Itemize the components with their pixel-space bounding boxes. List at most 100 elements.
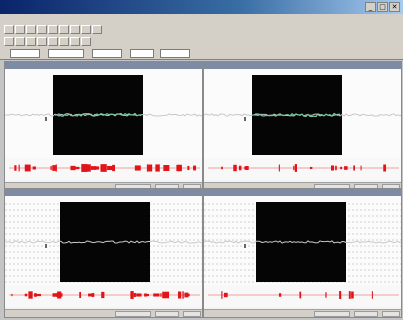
event-marker xyxy=(146,164,149,172)
event-marker xyxy=(278,293,282,297)
event-marker xyxy=(344,166,348,170)
event-marker xyxy=(335,165,337,171)
event-markers xyxy=(9,291,200,299)
tool-button[interactable] xyxy=(70,25,80,34)
event-marker xyxy=(299,291,302,299)
parameter-field[interactable] xyxy=(48,49,84,58)
event-strip xyxy=(204,158,401,180)
event-marker xyxy=(86,164,91,172)
event-marker xyxy=(24,164,31,172)
panel-status-bar xyxy=(204,309,401,317)
waveform-canvas[interactable] xyxy=(5,196,202,290)
waveform-canvas[interactable] xyxy=(204,196,401,290)
tool-button[interactable] xyxy=(26,37,36,46)
event-marker xyxy=(348,291,351,299)
event-marker xyxy=(293,165,295,171)
event-marker xyxy=(52,165,56,171)
tool-button[interactable] xyxy=(70,37,80,46)
scope-panel-bottom-right[interactable] xyxy=(203,188,402,318)
event-marker xyxy=(223,292,228,298)
tool-button[interactable] xyxy=(59,37,69,46)
parameter-field[interactable] xyxy=(92,49,122,58)
event-marker xyxy=(278,164,280,172)
event-marker xyxy=(233,164,237,172)
status-field xyxy=(183,311,201,317)
scope-panel-top-right[interactable] xyxy=(203,61,402,191)
event-marker xyxy=(155,164,160,172)
tool-button[interactable] xyxy=(92,25,102,34)
scope-panel-bottom-left[interactable] xyxy=(4,188,203,318)
tool-button[interactable] xyxy=(4,25,14,34)
event-marker xyxy=(130,291,134,299)
status-field xyxy=(155,311,179,317)
event-marker xyxy=(193,165,197,171)
event-strip xyxy=(5,158,202,180)
close-button[interactable]: ✕ xyxy=(389,2,400,12)
panel-header xyxy=(5,62,202,69)
tool-button[interactable] xyxy=(15,25,25,34)
tool-button[interactable] xyxy=(37,37,47,46)
event-marker xyxy=(55,164,57,172)
event-marker xyxy=(107,165,114,171)
tool-button[interactable] xyxy=(15,37,25,46)
tool-button[interactable] xyxy=(59,25,69,34)
tool-button[interactable] xyxy=(81,37,91,46)
parameter-field[interactable] xyxy=(10,49,40,58)
minimize-button[interactable]: _ xyxy=(365,2,376,12)
status-field xyxy=(115,311,151,317)
tool-button[interactable] xyxy=(37,25,47,34)
waveform-trace xyxy=(204,112,401,118)
event-marker xyxy=(79,291,82,299)
event-marker xyxy=(353,165,355,171)
event-marker xyxy=(146,293,150,297)
panel-header xyxy=(204,62,401,69)
waveform-trace xyxy=(5,112,202,117)
status-field xyxy=(382,311,400,317)
event-marker xyxy=(162,291,170,299)
event-marker xyxy=(11,293,13,297)
event-marker xyxy=(28,291,33,299)
toolbar-row-2 xyxy=(0,36,403,48)
tool-button[interactable] xyxy=(48,37,58,46)
event-marker xyxy=(325,292,327,298)
parameter-field[interactable] xyxy=(130,49,154,58)
status-field xyxy=(354,311,378,317)
baseline-trace xyxy=(204,240,401,244)
panel-status-bar xyxy=(5,309,202,317)
event-marker xyxy=(59,291,62,299)
parameter-field[interactable] xyxy=(160,49,190,58)
event-marker xyxy=(160,293,162,297)
event-marker xyxy=(34,293,37,297)
status-field xyxy=(314,311,350,317)
tool-button[interactable] xyxy=(4,37,14,46)
event-marker xyxy=(32,166,36,170)
event-marker xyxy=(340,166,343,170)
event-marker xyxy=(330,165,335,171)
event-marker xyxy=(163,165,170,171)
tool-button[interactable] xyxy=(48,25,58,34)
waveform-canvas[interactable] xyxy=(204,69,401,163)
event-marker xyxy=(182,291,184,299)
event-marker xyxy=(153,293,160,297)
event-marker xyxy=(148,164,153,172)
waveform-canvas[interactable] xyxy=(5,69,202,163)
event-marker xyxy=(371,291,373,299)
tool-button[interactable] xyxy=(26,25,36,34)
event-marker xyxy=(187,165,190,171)
toolbar-row-3 xyxy=(0,48,403,60)
event-marker xyxy=(88,293,94,297)
maximize-button[interactable]: □ xyxy=(377,2,388,12)
panel-header xyxy=(204,189,401,196)
event-markers xyxy=(9,164,200,172)
menu-bar xyxy=(0,14,403,24)
event-marker xyxy=(134,165,141,171)
event-marker xyxy=(136,293,142,297)
scope-panel-top-left[interactable] xyxy=(4,61,203,191)
waveform-trace xyxy=(204,240,401,244)
event-strip xyxy=(204,285,401,307)
event-marker xyxy=(14,165,17,171)
event-marker xyxy=(73,166,80,170)
tool-button[interactable] xyxy=(81,25,91,34)
event-marker xyxy=(100,164,107,172)
toolbar-row-1 xyxy=(0,24,403,36)
